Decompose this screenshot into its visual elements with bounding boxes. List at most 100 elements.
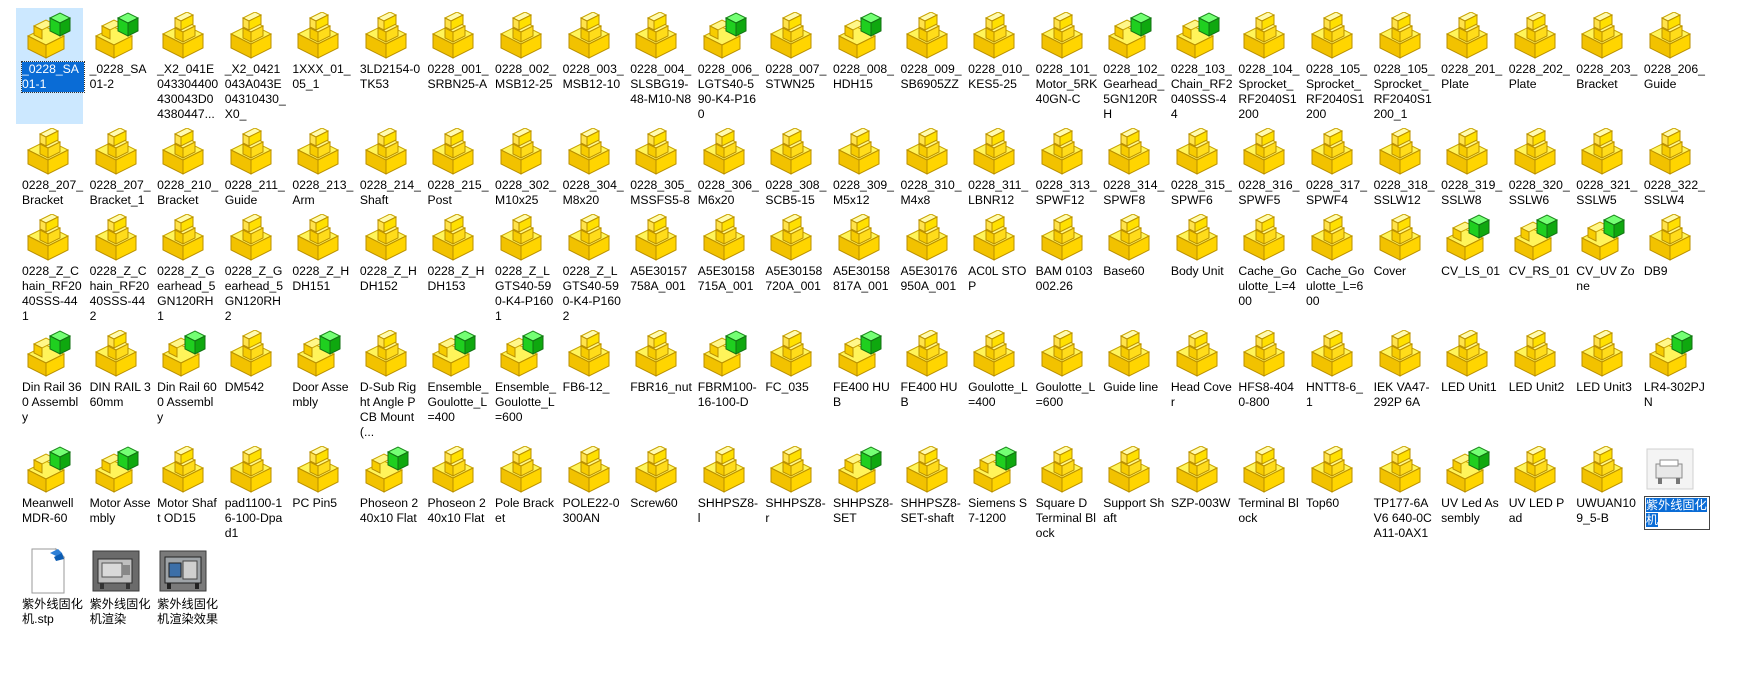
file-item[interactable]: LED Unit1 (1435, 326, 1502, 442)
file-item[interactable]: FBRM100-16-100-D (692, 326, 759, 442)
file-item[interactable]: 0228_207_Bracket (16, 124, 83, 210)
file-item[interactable]: Din Rail 600 Assembly (151, 326, 218, 442)
file-item[interactable]: 0228_Z_LGTS40-590-K4-P1602 (557, 210, 624, 326)
file-item[interactable]: 0228_105_Sprocket_RF2040S1200_1 (1368, 8, 1435, 124)
file-item[interactable]: 0228_010_KES5-25 (962, 8, 1029, 124)
file-item[interactable]: LED Unit3 (1570, 326, 1637, 442)
file-item[interactable]: CV_LS_01 (1435, 210, 1502, 326)
file-item[interactable]: POLE22-0300AN (557, 442, 624, 543)
file-item[interactable]: IEK VA47-292P 6A (1368, 326, 1435, 442)
file-item[interactable]: FE400 HUB (827, 326, 894, 442)
file-item[interactable]: A5E30158715A_001 (692, 210, 759, 326)
file-item[interactable]: FBR16_nut (624, 326, 692, 442)
file-item[interactable]: A5E30157758A_001 (624, 210, 691, 326)
file-item[interactable]: Terminal Block (1232, 442, 1299, 543)
file-item[interactable]: TP177-6A V6 640-0CA11-0AX1 (1368, 442, 1435, 543)
file-item[interactable]: Cover (1368, 210, 1435, 326)
file-item[interactable]: SHHPSZ8-SET (827, 442, 894, 543)
file-item[interactable]: UV LED Pad (1503, 442, 1570, 543)
file-item[interactable]: 0228_007_STWN25 (759, 8, 826, 124)
file-item[interactable]: _X2_041E043304400430043D04380447... (151, 8, 218, 124)
file-item[interactable]: 0228_320_SSLW6 (1503, 124, 1570, 210)
file-item[interactable]: 0228_Z_HDH152 (354, 210, 421, 326)
file-item[interactable]: Phoseon 240x10 Flat (354, 442, 421, 543)
file-item[interactable]: 0228_315_SPWF6 (1165, 124, 1232, 210)
file-item[interactable]: 0228_214_Shaft (354, 124, 421, 210)
file-item[interactable]: pad1100-16-100-Dpad1 (219, 442, 286, 543)
file-item[interactable]: Ensemble_Goulotte_L=400 (421, 326, 488, 442)
file-item[interactable]: Pole Bracket (489, 442, 556, 543)
file-item[interactable]: DIN RAIL 360mm (84, 326, 151, 442)
file-item[interactable]: DB9 (1638, 210, 1705, 326)
file-item[interactable]: _0228_SA01-1 (16, 8, 85, 124)
file-item[interactable]: D-Sub Right Angle PCB Mount (... (354, 326, 421, 442)
file-item[interactable]: Motor Shaft OD15 (151, 442, 218, 543)
file-item[interactable]: 0228_009_SB6905ZZ (895, 8, 962, 124)
file-item[interactable]: Ensemble_Goulotte_L=600 (489, 326, 556, 442)
file-item[interactable]: 0228_201_Plate (1435, 8, 1502, 124)
file-item[interactable]: 0228_310_M4x8 (895, 124, 962, 210)
file-item[interactable]: Cache_Goulotte_L=400 (1232, 210, 1299, 326)
file-item[interactable]: 紫外线固化机渲染 (84, 543, 151, 629)
file-item[interactable]: 0228_Z_Gearhead_5GN120RH1 (151, 210, 218, 326)
file-item[interactable]: UWUAN109_5-B (1570, 442, 1637, 543)
file-item[interactable]: 0228_319_SSLW8 (1435, 124, 1502, 210)
file-item[interactable]: PC Pin5 (286, 442, 353, 543)
file-item[interactable]: Square D Terminal Block (1030, 442, 1097, 543)
file-item[interactable]: 0228_004_SLSBG19-48-M10-N8 (624, 8, 691, 124)
file-item[interactable]: FB6-12_ (557, 326, 624, 442)
file-item[interactable]: 0228_306_M6x20 (692, 124, 759, 210)
file-item[interactable]: Door Assembly (286, 326, 353, 442)
file-item[interactable]: 0228_314_SPWF8 (1097, 124, 1164, 210)
file-item[interactable]: 0228_313_SPWF12 (1030, 124, 1097, 210)
file-item[interactable]: 0228_305_MSSFS5-8 (624, 124, 691, 210)
file-item[interactable]: FE400 HUB (895, 326, 962, 442)
file-item[interactable]: Screw60 (624, 442, 691, 543)
file-item[interactable]: LED Unit2 (1503, 326, 1570, 442)
file-item[interactable]: SHHPSZ8-SET-shaft (895, 442, 962, 543)
file-item[interactable]: Phoseon 240x10 Flat (421, 442, 488, 543)
file-item[interactable]: 0228_003_MSB12-10 (557, 8, 624, 124)
file-item[interactable]: 0228_105_Sprocket_RF2040S1200 (1300, 8, 1367, 124)
file-item[interactable]: AC0L STOP (962, 210, 1029, 326)
file-item[interactable]: BAM 0103002.26 (1030, 210, 1097, 326)
file-item[interactable]: 0228_213_Arm (286, 124, 353, 210)
file-item[interactable]: Motor Assembly (84, 442, 151, 543)
file-item[interactable]: 0228_322_SSLW4 (1638, 124, 1705, 210)
file-item[interactable]: 0228_Z_Gearhead_5GN120RH2 (219, 210, 286, 326)
file-item[interactable]: 0228_202_Plate (1503, 8, 1570, 124)
file-item[interactable]: 0228_309_M5x12 (827, 124, 894, 210)
file-item[interactable]: Head Cover (1165, 326, 1232, 442)
file-item[interactable]: Guide line (1097, 326, 1164, 442)
file-item[interactable]: A5E30158720A_001 (759, 210, 826, 326)
file-item[interactable]: Goulotte_L=400 (962, 326, 1029, 442)
rename-textbox[interactable]: 紫外线固化机 (1643, 496, 1710, 530)
file-item[interactable]: 0228_318_SSLW12 (1368, 124, 1435, 210)
file-item[interactable]: Siemens S7-1200 (962, 442, 1029, 543)
file-item[interactable]: 0228_Z_HDH153 (421, 210, 488, 326)
file-item[interactable]: 0228_102_Gearhead_5GN120RH (1097, 8, 1164, 124)
file-item[interactable]: 1XXX_01_05_1 (286, 8, 353, 124)
file-item[interactable]: 0228_304_M8x20 (557, 124, 624, 210)
file-item[interactable]: A5E30176950A_001 (895, 210, 962, 326)
file-item[interactable]: 0228_210_Bracket (151, 124, 218, 210)
file-item[interactable]: Top60 (1300, 442, 1367, 543)
file-item[interactable]: 0228_103_Chain_RF2040SSS-44 (1165, 8, 1232, 124)
file-item[interactable]: Meanwell MDR-60 (16, 442, 83, 543)
file-item[interactable]: 0228_302_M10x25 (489, 124, 556, 210)
file-item[interactable]: Din Rail 360 Assembly (16, 326, 83, 442)
file-item[interactable]: 0228_Z_HDH151 (286, 210, 353, 326)
file-item[interactable]: Base60 (1097, 210, 1164, 326)
file-item[interactable]: 0228_207_Bracket_1 (84, 124, 151, 210)
file-item[interactable]: 0228_008_HDH15 (827, 8, 894, 124)
file-item[interactable]: 0228_101_Motor_5RK40GN-C (1030, 8, 1097, 124)
file-item[interactable]: 0228_308_SCB5-15 (759, 124, 826, 210)
file-item[interactable]: SZP-003W (1165, 442, 1232, 543)
file-item[interactable]: Support Shaft (1097, 442, 1164, 543)
file-item[interactable]: HFS8-4040-800 (1232, 326, 1299, 442)
file-item[interactable]: DM542 (219, 326, 286, 442)
file-item[interactable]: 紫外线固化机渲染效果 (151, 543, 218, 629)
file-item[interactable]: Goulotte_L=600 (1030, 326, 1097, 442)
file-item[interactable]: 0228_311_LBNR12 (962, 124, 1029, 210)
file-item[interactable]: _X2_0421043A043E04310430_X0_ (219, 8, 286, 124)
